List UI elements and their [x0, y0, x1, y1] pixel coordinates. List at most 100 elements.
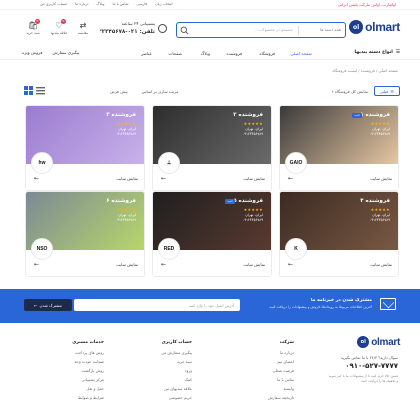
- logo-mark: ol: [349, 20, 364, 34]
- footer-question: سوال دارید؟ ۲۴/۷ با ما تماس بگیرید: [340, 355, 398, 360]
- footer-link[interactable]: مرکز پشتیبانی: [72, 377, 105, 382]
- footer-col-customer: خدمات مشتری روش های پرداخت ضمانت عودت وج…: [72, 340, 104, 400]
- search-input[interactable]: جستجو در محصولات...: [255, 27, 293, 32]
- support-phone[interactable]: تلفن: ۰۲۱-۳۲۳۴۵۶۷۸: [100, 29, 155, 35]
- newsletter-email-input[interactable]: آدرس ایمیل خود را وارد کنید: [74, 299, 240, 311]
- vendor-title[interactable]: فروشنده ۱: [360, 112, 390, 118]
- top-link-contact[interactable]: تماس با ما: [113, 2, 129, 6]
- footer-link[interactable]: اعضای تیم: [268, 359, 294, 364]
- nav-pages[interactable]: صفحات: [168, 51, 182, 56]
- arrow-left-icon[interactable]: ←: [161, 261, 166, 268]
- vendor-card[interactable]: فروشنده ۲ ★★★★★ ایران، تهران ۰۹۱۲۳۴۵۶۷۸۹ نما…: [152, 105, 272, 191]
- view-toggle: [24, 86, 45, 95]
- top-link-account[interactable]: حساب کاربری من: [40, 2, 67, 6]
- visit-store-link[interactable]: نمایش سایت: [243, 262, 265, 267]
- vendor-phone: ۰۹۱۲۳۴۵۶۷۸۹: [369, 132, 390, 136]
- arrow-left-icon[interactable]: ←: [288, 175, 293, 182]
- footer-link[interactable]: ضمانت عودت وجه: [72, 359, 104, 364]
- nav-elements[interactable]: عناصر: [141, 51, 152, 56]
- footer-link[interactable]: سبد خرید: [161, 359, 192, 364]
- footer-phone[interactable]: ۰۹۱۰-۵۲۷-۷۷۷۷: [345, 362, 398, 370]
- footer-link[interactable]: تماس با ما: [268, 377, 294, 382]
- vendor-location: ایران، تهران: [118, 213, 136, 217]
- vendor-new-badge: جدید: [225, 199, 235, 204]
- footer-link[interactable]: روش های پرداخت: [72, 350, 104, 355]
- vendor-logo: RED: [158, 238, 180, 260]
- vendor-logo: GAIO: [285, 152, 307, 174]
- footer-logo[interactable]: ol olmart: [357, 336, 400, 348]
- footer-link[interactable]: وابسته: [268, 386, 294, 391]
- footer-link[interactable]: حریم خصوصی: [161, 395, 192, 400]
- vendor-title[interactable]: فروشنده ۵: [233, 198, 263, 204]
- cart-badge: 0: [35, 19, 40, 24]
- vendor-phone: ۰۹۱۲۳۴۵۶۷۸۹: [369, 218, 390, 222]
- header-cart[interactable]: 🛍 0 سبد خرید: [18, 19, 48, 35]
- arrow-left-icon[interactable]: ←: [34, 175, 39, 182]
- arrow-left-icon[interactable]: ←: [34, 261, 39, 268]
- top-link-lang-fa[interactable]: فارسی: [137, 2, 148, 6]
- grid-view-icon[interactable]: [24, 86, 33, 95]
- track-order-link[interactable]: پیگیری سفارش: [52, 50, 79, 55]
- newsletter-subtitle: آخرین اطلاعات مربوط به رویدادها، فروش و …: [268, 305, 372, 309]
- footer-col-heading: شرکت: [279, 340, 294, 345]
- newsletter-section: مشترک شدن در خبرنامه ما آخرین اطلاعات مر…: [0, 289, 420, 323]
- list-view-icon[interactable]: [36, 86, 45, 95]
- vendor-card[interactable]: فروشنده ۴ ★★★★★ ایران، تهران ۰۹۱۲۳۴۵۶۷۸۹ نما…: [279, 191, 399, 277]
- footer-link[interactable]: پیگیری سفارش من: [161, 350, 192, 355]
- special-sale-link[interactable]: فروش ویژه: [22, 50, 42, 55]
- subscribe-button[interactable]: مشترک شدن ←: [24, 299, 72, 311]
- footer-note: همین حالا خرید کنید تا از پیشنهادات ما ب…: [328, 374, 398, 383]
- vendor-title[interactable]: فروشنده ۳: [106, 112, 136, 118]
- search-category-select[interactable]: همه دسته ها: [320, 27, 341, 32]
- top-link-language[interactable]: انتخاب زبان: [155, 2, 173, 6]
- visit-store-link[interactable]: نمایش سایت: [370, 176, 392, 181]
- vendor-title[interactable]: فروشنده ۶: [106, 198, 136, 204]
- categories-button[interactable]: ☰ انواع دسته بندیها: [355, 50, 401, 55]
- footer-link[interactable]: تاریخچه سفارش: [268, 395, 294, 400]
- footer-link[interactable]: درباره ما: [268, 350, 294, 355]
- vendor-title[interactable]: فروشنده ۴: [360, 198, 390, 204]
- breadcrumb[interactable]: صفحه اصلی / فروشنده / لیست فروشگاه: [332, 68, 398, 73]
- footer-link[interactable]: روش بازگشت: [72, 368, 104, 373]
- support-block: پشتیبانی ۲۴ ساعته تلفن: ۰۲۱-۳۲۳۴۵۶۷۸: [100, 22, 155, 35]
- menu-icon: ☰: [395, 50, 400, 55]
- nav-vendor[interactable]: فروشنده: [227, 51, 243, 56]
- visit-store-link[interactable]: نمایش سایت: [116, 176, 138, 181]
- vendor-rating: ★★★★★: [243, 207, 263, 212]
- footer-link[interactable]: کمک: [161, 377, 192, 382]
- support-label: پشتیبانی ۲۴ ساعته: [121, 22, 155, 27]
- footer-link[interactable]: حمل و نقل: [72, 386, 104, 391]
- filter-button[interactable]: ☰ فیلتر: [374, 86, 400, 96]
- email-placeholder: آدرس ایمیل خود را وارد کنید: [189, 302, 234, 308]
- nav-blog[interactable]: وبلاگ: [201, 51, 210, 56]
- site-logo[interactable]: ol olmart: [349, 20, 400, 34]
- vendor-rating: ★★★★★: [370, 121, 390, 126]
- nav-shop[interactable]: فروشگاه: [259, 51, 275, 56]
- vendor-phone: ۰۹۱۲۳۴۵۶۷۸۹: [242, 218, 263, 222]
- vendor-card[interactable]: فروشنده ۱جدید ★★★★★ایران، تهران۰۹۱۲۳۴۵۶۷۸…: [279, 105, 399, 191]
- footer-link[interactable]: ورود: [161, 368, 192, 373]
- footer-link[interactable]: فرصت شغلی: [268, 368, 294, 373]
- sort-select[interactable]: پیش فرض: [110, 89, 128, 94]
- wishlist-label: علاقه مندیها: [50, 31, 68, 35]
- visit-store-link[interactable]: نمایش سایت: [370, 262, 392, 267]
- vendor-card[interactable]: فروشنده ۳ ★★★★★ ایران، تهران ۰۹۱۲۳۴۵۶۷۸۹ نما…: [25, 105, 145, 191]
- top-links: انتخاب زبان فارسی تماس با ما وبلاگ دربار…: [40, 2, 173, 6]
- footer-link[interactable]: علاقه مندیهای من: [161, 386, 192, 391]
- visit-store-link[interactable]: نمایش سایت: [243, 176, 265, 181]
- vendor-rating: ★★★★★: [370, 207, 390, 212]
- top-link-about[interactable]: درباره ما: [75, 2, 88, 6]
- arrow-left-icon[interactable]: ←: [161, 175, 166, 182]
- vendor-card[interactable]: فروشنده ۵جدید ★★★★★ایران، تهران۰۹۱۲۳۴۵۶۷۸…: [152, 191, 272, 277]
- vendor-title[interactable]: فروشنده ۲: [233, 112, 263, 118]
- footer-link[interactable]: شرایط و ضوابط: [72, 395, 104, 400]
- nav-home[interactable]: صفحه اصلی: [290, 51, 312, 56]
- top-link-blog[interactable]: وبلاگ: [96, 2, 104, 6]
- visit-store-link[interactable]: نمایش سایت: [116, 262, 138, 267]
- nav-left-links: پیگیری سفارش فروش ویژه: [22, 50, 79, 55]
- header-wishlist[interactable]: ♡ 0 علاقه مندیها: [44, 19, 74, 35]
- vendor-card[interactable]: فروشنده ۶ ★★★★★ ایران، تهران ۰۹۱۲۳۴۵۶۷۸۹ نما…: [25, 191, 145, 277]
- search-icon[interactable]: [180, 26, 189, 35]
- cart-label: سبد خرید: [26, 31, 40, 35]
- arrow-left-icon[interactable]: ←: [288, 261, 293, 268]
